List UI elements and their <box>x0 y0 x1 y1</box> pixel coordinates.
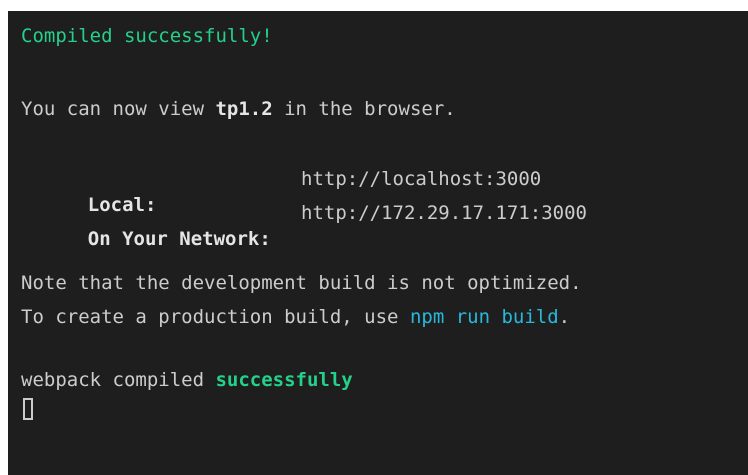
view-suffix: in the browser. <box>272 98 456 120</box>
note-line: Note that the development build is not o… <box>21 272 582 294</box>
build-prefix: To create a production build, use <box>21 306 410 328</box>
view-prefix: You can now view <box>21 98 216 120</box>
network-url[interactable]: http://172.29.17.171:3000 <box>301 200 587 226</box>
local-url[interactable]: http://localhost:3000 <box>301 166 541 192</box>
compiled-message: Compiled successfully! <box>21 25 273 47</box>
view-app-line: You can now view tp1.2 in the browser. <box>21 96 456 122</box>
terminal-panel[interactable]: Compiled successfully! You can now view … <box>8 11 748 475</box>
build-suffix: . <box>558 306 571 328</box>
terminal-cursor <box>23 398 33 420</box>
build-hint-line: To create a production build, use npm ru… <box>21 304 570 330</box>
app-name: tp1.2 <box>215 98 273 120</box>
webpack-prefix: webpack compiled <box>21 369 216 391</box>
webpack-status-line: webpack compiled successfully <box>21 367 353 393</box>
network-label: On Your Network: <box>87 228 271 250</box>
network-row: On Your Network: <box>42 200 271 278</box>
webpack-status: successfully <box>215 369 353 391</box>
build-command: npm run build <box>409 306 559 328</box>
